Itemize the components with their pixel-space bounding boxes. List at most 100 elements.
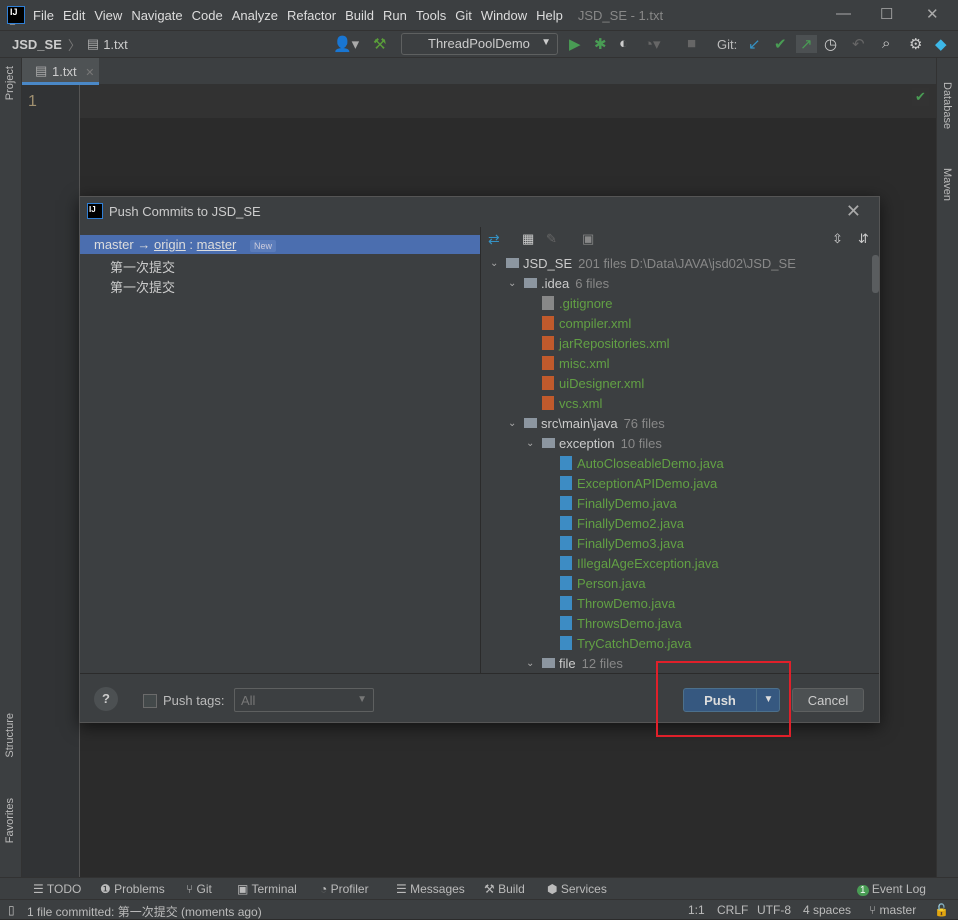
menu-git[interactable]: Git xyxy=(455,8,472,23)
search-icon[interactable]: ⌕ xyxy=(882,35,890,52)
run-icon[interactable]: ▶ xyxy=(569,35,581,53)
line-separator[interactable]: CRLF xyxy=(717,903,748,917)
push-tags-select[interactable]: All ▼ xyxy=(234,688,374,712)
expand-arrow-icon[interactable]: ⌄ xyxy=(508,278,524,289)
menu-file[interactable]: File xyxy=(33,8,54,23)
menu-edit[interactable]: Edit xyxy=(63,8,85,23)
debug-icon[interactable]: ✱ xyxy=(594,35,607,53)
status-message[interactable]: 1 file committed: 第一次提交 (moments ago) xyxy=(27,903,262,920)
push-tags-checkbox[interactable] xyxy=(143,694,157,708)
maximize-icon[interactable]: ☐ xyxy=(880,5,893,23)
maven-tool-button[interactable]: Maven xyxy=(941,168,953,201)
history-icon[interactable]: ◷ xyxy=(824,35,837,53)
menu-analyze[interactable]: Analyze xyxy=(232,8,278,23)
tree-row[interactable]: ThrowDemo.java xyxy=(560,593,675,613)
messages-tool-button[interactable]: ☰ Messages xyxy=(396,882,465,896)
tree-scrollbar[interactable] xyxy=(872,255,879,293)
git-tool-button[interactable]: ⑂ Git xyxy=(186,882,212,896)
minimize-icon[interactable]: — xyxy=(836,5,851,22)
tree-row[interactable]: ⌄ JSD_SE 201 files D:\Data\JAVA\jsd02\JSD_… xyxy=(490,253,796,273)
git-branch-widget[interactable]: ⑂ master xyxy=(869,903,916,917)
database-tool-button[interactable]: Database xyxy=(941,82,953,129)
cancel-button[interactable]: Cancel xyxy=(792,688,864,712)
tree-row[interactable]: Person.java xyxy=(560,573,646,593)
git-update-icon[interactable]: ↙ xyxy=(748,35,761,53)
menu-run[interactable]: Run xyxy=(383,8,407,23)
caret-position[interactable]: 1:1 xyxy=(688,903,705,917)
breadcrumb-file[interactable]: 1.txt xyxy=(103,37,128,52)
preview-icon[interactable]: ▣ xyxy=(582,231,594,247)
group-by-icon[interactable]: ▦ xyxy=(522,231,534,247)
git-push-icon[interactable]: ↗ xyxy=(796,35,817,53)
problems-tool-button[interactable]: ❶ Problems xyxy=(100,882,165,896)
commit-item[interactable]: 第一次提交 xyxy=(110,277,175,296)
menu-window[interactable]: Window xyxy=(481,8,527,23)
commit-item[interactable]: 第一次提交 xyxy=(110,257,175,276)
favorites-tool-button[interactable]: Favorites xyxy=(4,798,16,843)
tree-row[interactable]: TryCatchDemo.java xyxy=(560,633,691,653)
editor-text-area[interactable] xyxy=(80,85,936,118)
toolbox-icon[interactable]: ◆ xyxy=(935,35,947,53)
tree-row[interactable]: compiler.xml xyxy=(542,313,631,333)
status-panel-icon[interactable]: ▯ xyxy=(8,903,15,917)
tree-row[interactable]: ⌄ src\main\java 76 files xyxy=(508,413,665,433)
tree-row[interactable]: .gitignore xyxy=(542,293,612,313)
tree-row[interactable]: jarRepositories.xml xyxy=(542,333,670,353)
terminal-tool-button[interactable]: ▣ Terminal xyxy=(237,882,297,896)
expand-arrow-icon[interactable]: ⌄ xyxy=(526,658,542,669)
gear-icon[interactable]: ⚙ xyxy=(909,35,922,53)
menu-view[interactable]: View xyxy=(94,8,122,23)
stop-icon[interactable]: ■ xyxy=(687,35,696,52)
menu-build[interactable]: Build xyxy=(345,8,374,23)
profiler-tool-button[interactable]: ◔ Profiler xyxy=(320,882,369,896)
menu-refactor[interactable]: Refactor xyxy=(287,8,336,23)
help-button[interactable]: ? xyxy=(94,687,118,711)
todo-tool-button[interactable]: ☰ TODO xyxy=(33,882,81,896)
tree-row[interactable]: ⌄ .idea 6 files xyxy=(508,273,609,293)
tree-row[interactable]: ThrowsDemo.java xyxy=(560,613,682,633)
menu-tools[interactable]: Tools xyxy=(416,8,446,23)
tree-row[interactable]: FinallyDemo2.java xyxy=(560,513,684,533)
expand-arrow-icon[interactable]: ⌄ xyxy=(490,258,506,269)
tree-row[interactable]: ⌄ exception 10 files xyxy=(526,433,662,453)
structure-tool-button[interactable]: Structure xyxy=(4,713,16,758)
menu-help[interactable]: Help xyxy=(536,8,563,23)
rollback-icon[interactable]: ↶ xyxy=(852,35,865,53)
user-icon[interactable]: 👤▾ xyxy=(333,35,359,53)
run-configuration-select[interactable]: ThreadPoolDemo ▼ xyxy=(401,33,558,55)
tree-row[interactable]: FinallyDemo.java xyxy=(560,493,677,513)
expand-all-icon[interactable]: ⇳ xyxy=(832,231,843,247)
file-encoding[interactable]: UTF-8 xyxy=(757,903,791,917)
close-tab-icon[interactable]: ✕ xyxy=(85,67,94,79)
services-tool-button[interactable]: ⬢ Services xyxy=(547,882,607,896)
tree-row[interactable]: FinallyDemo3.java xyxy=(560,533,684,553)
close-dialog-icon[interactable]: ✕ xyxy=(846,201,861,222)
branch-row[interactable]: master → origin : master New xyxy=(80,235,480,254)
tree-row[interactable]: IllegalAgeException.java xyxy=(560,553,719,573)
expand-arrow-icon[interactable]: ⌄ xyxy=(526,438,542,449)
build-tool-button[interactable]: ⚒ Build xyxy=(484,882,525,896)
indent-setting[interactable]: 4 spaces xyxy=(803,903,851,917)
breadcrumb-project[interactable]: JSD_SE xyxy=(12,37,62,52)
close-window-icon[interactable]: ✕ xyxy=(926,5,939,23)
menu-code[interactable]: Code xyxy=(192,8,223,23)
target-branch-link[interactable]: master xyxy=(197,237,237,252)
profile-icon[interactable]: ◔▾ xyxy=(644,35,661,53)
collapse-all-icon[interactable]: ⇵ xyxy=(858,231,869,247)
remote-link[interactable]: origin xyxy=(154,237,186,252)
git-commit-icon[interactable]: ✔ xyxy=(774,35,787,53)
coverage-icon[interactable]: ◐ xyxy=(619,35,628,52)
show-diff-icon[interactable]: ⇄ xyxy=(488,231,500,248)
tree-row[interactable]: misc.xml xyxy=(542,353,610,373)
tree-row[interactable]: AutoCloseableDemo.java xyxy=(560,453,724,473)
event-log-button[interactable]: 1 Event Log xyxy=(857,882,926,896)
tree-row[interactable]: ExceptionAPIDemo.java xyxy=(560,473,717,493)
expand-arrow-icon[interactable]: ⌄ xyxy=(508,418,524,429)
menu-navigate[interactable]: Navigate xyxy=(131,8,182,23)
build-hammer-icon[interactable]: ⚒ xyxy=(373,35,386,53)
editor-tab-1-txt[interactable]: ▤ 1.txt ✕ xyxy=(22,58,99,85)
tree-row[interactable]: ⌄ file 12 files xyxy=(526,653,623,673)
edit-source-icon[interactable]: ✎ xyxy=(546,231,557,247)
tree-row[interactable]: vcs.xml xyxy=(542,393,602,413)
tree-row[interactable]: uiDesigner.xml xyxy=(542,373,644,393)
